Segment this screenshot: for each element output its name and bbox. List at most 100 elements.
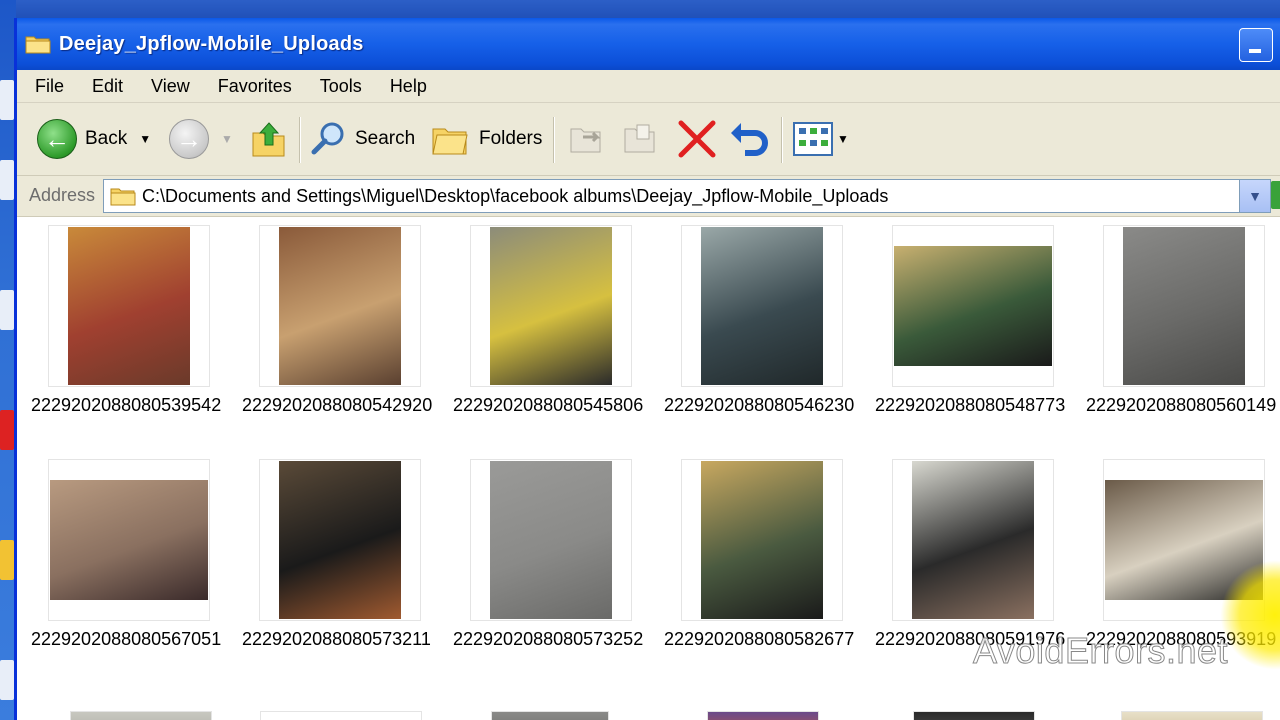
file-thumbnail[interactable]: 2229202088080573211 [242,451,442,649]
desktop-icon[interactable] [0,540,14,580]
desktop-icon[interactable] [0,410,14,450]
up-folder-button[interactable] [251,117,287,161]
toolbar-separator [553,117,555,163]
back-arrow-icon: ← [37,119,77,159]
watermark: AvoidErrors.net [973,630,1228,672]
thumbnail-frame [470,225,632,387]
thumbnail-frame [1103,225,1265,387]
file-name: 2229202088080542920 [242,395,433,415]
views-button[interactable]: ▼ [793,117,849,161]
search-icon [311,122,344,155]
file-name: 2229202088080546230 [664,395,855,415]
thumbnail-partial[interactable] [1121,711,1263,720]
forward-arrow-icon: → [169,119,209,159]
back-label: Back [85,128,128,149]
file-thumbnail[interactable]: 2229202088080542920 [242,217,442,415]
forward-button[interactable]: → ▼ [169,117,233,161]
photo [708,712,818,720]
folders-label: Folders [479,128,543,149]
thumbnail-partial[interactable] [491,711,609,720]
undo-icon [731,123,768,156]
chevron-down-icon[interactable]: ▼ [837,132,849,146]
folder-icon [25,34,51,54]
thumbnail-frame [681,225,843,387]
address-label: Address [29,185,96,205]
photo [50,480,208,600]
thumbnail-frame [470,459,632,621]
photo [492,712,608,720]
folders-button[interactable]: Folders [431,117,542,161]
file-thumbnail[interactable]: 2229202088080591976 [875,451,1075,649]
move-to-button[interactable] [567,117,607,161]
photo [490,227,612,385]
file-thumbnail[interactable]: 2229202088080573252 [453,451,653,649]
photo [701,461,823,619]
menu-tools[interactable]: Tools [306,76,376,97]
desktop-icon[interactable] [0,660,14,700]
desktop-top [0,0,1280,20]
go-button[interactable] [1271,181,1280,209]
file-thumbnail[interactable]: 2229202088080539542 [31,217,231,415]
menu-view[interactable]: View [137,76,204,97]
photo [261,712,421,720]
photo [1122,712,1262,720]
file-name: 2229202088080567051 [31,629,222,649]
file-name: 2229202088080573211 [242,629,431,649]
file-name: 2229202088080539542 [31,395,222,415]
thumbnail-partial[interactable] [913,711,1035,720]
search-button[interactable]: Search [309,117,415,161]
explorer-window: Deejay_Jpflow-Mobile_Uploads File Edit V… [14,18,1280,720]
chevron-down-icon[interactable]: ▼ [1239,180,1270,212]
thumbnail-frame [48,459,210,621]
desktop-icon[interactable] [0,290,14,330]
delete-icon [678,120,716,158]
photo [279,461,401,619]
move-to-icon [570,128,601,153]
views-icon [793,122,833,156]
thumbnail-frame [48,225,210,387]
title-bar[interactable]: Deejay_Jpflow-Mobile_Uploads [17,18,1280,70]
file-thumbnail[interactable]: 2229202088080567051 [31,451,231,649]
desktop-icon[interactable] [0,160,14,200]
file-thumbnail[interactable]: 2229202088080560149 [1086,217,1280,415]
file-name: 2229202088080560149 [1086,395,1277,415]
minimize-button[interactable] [1239,28,1273,62]
menu-favorites[interactable]: Favorites [204,76,306,97]
photo [894,246,1052,366]
menu-help[interactable]: Help [376,76,441,97]
delete-button[interactable] [677,117,717,161]
thumbnail-partial[interactable] [707,711,819,720]
copy-to-icon [624,124,655,153]
thumbnail-frame [259,459,421,621]
file-name: 2229202088080545806 [453,395,644,415]
file-thumbnail[interactable]: 2229202088080546230 [664,217,864,415]
desktop-icon[interactable] [0,80,14,120]
chevron-down-icon[interactable]: ▼ [139,132,151,146]
menu-edit[interactable]: Edit [78,76,137,97]
back-button[interactable]: ← Back ▼ [37,117,151,161]
menu-bar: File Edit View Favorites Tools Help [17,70,1280,103]
up-folder-icon [252,122,285,157]
address-path: C:\Documents and Settings\Miguel\Desktop… [142,185,889,206]
photo [1123,227,1245,385]
chevron-down-icon[interactable]: ▼ [221,132,233,146]
file-thumbnail[interactable]: 2229202088080545806 [453,217,653,415]
thumbnail-frame [892,459,1054,621]
photo [701,227,823,385]
search-label: Search [355,128,416,149]
undo-button[interactable] [729,117,769,161]
file-thumbnail[interactable]: 2229202088080582677 [664,451,864,649]
menu-file[interactable]: File [17,76,78,97]
thumbnail-partial[interactable] [70,711,212,720]
photo [68,227,190,385]
photo [71,712,211,720]
file-thumbnail[interactable]: 2229202088080548773 [875,217,1075,415]
folder-icon [110,186,136,206]
toolbar-separator [299,117,301,163]
toolbar: ← Back ▼ → ▼ Search Folders ▼ [17,103,1280,176]
photo [914,712,1034,720]
address-field[interactable]: C:\Documents and Settings\Miguel\Desktop… [103,179,1271,213]
thumbnail-partial[interactable] [260,711,422,720]
copy-to-button[interactable] [621,117,661,161]
photo [490,461,612,619]
